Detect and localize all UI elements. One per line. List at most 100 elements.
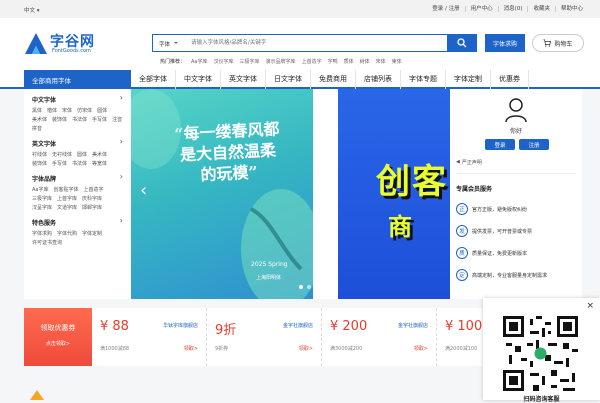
- menu-link[interactable]: 圆体: [77, 151, 87, 159]
- coupon-card[interactable]: ¥ 200 金宇社旗舰店 满3000减200 领取>: [322, 308, 437, 366]
- hot-item[interactable]: 上首造字: [302, 58, 322, 65]
- menu-link[interactable]: 装饰体: [32, 160, 47, 168]
- search-input[interactable]: [191, 36, 441, 50]
- menu-link[interactable]: 等宽体: [92, 160, 107, 168]
- language-selector[interactable]: 中文 ▾: [24, 6, 40, 14]
- service-text: 官方正版，避免版权纠纷: [472, 206, 528, 213]
- search-category-dropdown[interactable]: 字体: [159, 40, 179, 48]
- menu-link[interactable]: 美术体: [32, 116, 47, 124]
- menu-link[interactable]: 字体定制: [82, 230, 102, 238]
- menu-link[interactable]: 无衬线体: [52, 151, 72, 159]
- menu-link[interactable]: 文道字库: [57, 204, 77, 212]
- menu-link[interactable]: 字体求购: [32, 230, 52, 238]
- nav-free-commercial[interactable]: 免费商用: [311, 70, 356, 89]
- cart-button[interactable]: 购物车: [532, 34, 584, 52]
- service-text: 质量保证，免费更新版本: [472, 250, 528, 257]
- menu-link[interactable]: 书法体: [72, 160, 87, 168]
- hot-item[interactable]: 质体: [344, 58, 354, 65]
- coupon-condition: 满1000减88: [100, 346, 130, 352]
- service-text: 提供发票，可开普票或专票: [472, 228, 533, 235]
- banner-chuangke[interactable]: 创客 商: [338, 89, 450, 299]
- menu-link[interactable]: 衬线体: [32, 151, 47, 159]
- search-icon: [457, 38, 467, 48]
- carousel-prev-arrow[interactable]: ‹: [140, 180, 147, 201]
- site-logo[interactable]: 字谷网 FontGoods.com: [24, 31, 104, 59]
- menu-link[interactable]: 三极字库: [32, 195, 52, 203]
- nav-chinese-fonts[interactable]: 中文字体: [176, 70, 221, 89]
- nav-all-fonts[interactable]: 全部字体: [131, 70, 176, 89]
- menu-link[interactable]: 汉呈字库: [32, 204, 52, 212]
- menu-link[interactable]: 楷体: [47, 107, 57, 115]
- favorites-link[interactable]: 收藏夹: [528, 6, 556, 12]
- menu-link[interactable]: 仿宋体: [77, 107, 92, 115]
- nav-font-custom[interactable]: 字体定制: [446, 70, 491, 89]
- banner-spring-font[interactable]: “每一缕春风都是大自然温柔的玩模” 2025 Spring 上海阳明体: [131, 89, 313, 299]
- hot-item[interactable]: 字鸭: [328, 58, 338, 65]
- quality-icon: 质: [456, 247, 468, 259]
- close-icon[interactable]: ×: [586, 301, 594, 311]
- coupon-get-link[interactable]: 领取>: [184, 345, 198, 352]
- menu-link[interactable]: 邯郸字库: [82, 204, 102, 212]
- menu-link[interactable]: 书法体: [72, 116, 87, 124]
- coupon-lead[interactable]: 领取优惠券 点击领取>: [24, 308, 92, 366]
- menu-link[interactable]: 黑体: [32, 107, 42, 115]
- font-request-button[interactable]: 字体求购: [485, 34, 525, 52]
- header: 字谷网 FontGoods.com 字体 热门推荐： Aa字库 汉仪字库 三极字…: [0, 18, 600, 70]
- menu-link[interactable]: 创客贴字体: [54, 186, 79, 194]
- menu-link[interactable]: Aa字库: [32, 186, 49, 194]
- menu-link[interactable]: 手写体: [52, 160, 67, 168]
- menu-title[interactable]: 中文字体: [32, 93, 123, 104]
- statement-link[interactable]: ◀ 严正声明: [456, 159, 482, 166]
- nav-english-fonts[interactable]: 英文字体: [221, 70, 266, 89]
- service-item: 正 官方正版，避免版权纠纷: [456, 203, 527, 215]
- menu-link[interactable]: 拼音: [32, 125, 42, 133]
- menu-link[interactable]: 圆体: [97, 107, 107, 115]
- nav-japanese-fonts[interactable]: 日文字体: [266, 70, 311, 89]
- user-center-link[interactable]: 用户中心: [466, 6, 499, 12]
- login-register-link[interactable]: 登录 / 注册: [427, 6, 466, 12]
- coupon-get-link[interactable]: 领取>: [414, 345, 428, 352]
- login-button[interactable]: 登录: [485, 139, 515, 150]
- banner-font-name: 上海阳明体: [256, 275, 282, 281]
- coupon-card[interactable]: ¥ 88 华钛字库旗舰店 满1000减88 领取>: [92, 308, 207, 366]
- menu-group-english: 英文字体 衬线体 无衬线体 圆体 美术体 装饰体 手写体 书法体 等宽体: [32, 137, 123, 168]
- menu-title[interactable]: 字体品牌: [32, 172, 123, 183]
- hot-item[interactable]: 柬体: [392, 58, 402, 65]
- nav-coupons[interactable]: 优惠券: [491, 70, 529, 89]
- menu-link[interactable]: 美术体: [92, 151, 107, 159]
- hot-item[interactable]: 树体: [360, 58, 370, 65]
- help-center-link[interactable]: 帮助中心: [556, 6, 588, 12]
- menu-link[interactable]: 宋体: [62, 107, 72, 115]
- messages-link[interactable]: 消息(0): [499, 6, 529, 12]
- divider: [456, 173, 576, 174]
- service-item: 质 质量保证，免费更新版本: [456, 247, 527, 259]
- menu-link[interactable]: 许可证书查询: [32, 239, 62, 247]
- menu-link[interactable]: 上首造字: [84, 186, 104, 194]
- all-categories-button[interactable]: 全部商用字体: [24, 70, 131, 89]
- menu-title[interactable]: 英文字体: [32, 137, 123, 148]
- menu-link[interactable]: 手写体: [92, 116, 107, 124]
- greeting: 你好: [509, 128, 522, 135]
- menu-link[interactable]: 注音: [112, 116, 122, 124]
- nav-font-topics[interactable]: 字体专题: [401, 70, 446, 89]
- hot-item[interactable]: Aa字库: [191, 58, 208, 65]
- qr-caption: 扫码咨询客服: [523, 396, 560, 403]
- search-button[interactable]: [447, 34, 477, 52]
- register-button[interactable]: 注册: [519, 139, 549, 150]
- hot-item[interactable]: 宋体: [376, 58, 386, 65]
- menu-link[interactable]: 庆科字库: [82, 195, 102, 203]
- hot-item[interactable]: 汉仪字库: [214, 58, 234, 65]
- menu-title[interactable]: 特色服务: [32, 216, 123, 227]
- nav-shop-list[interactable]: 店铺列表: [356, 70, 401, 89]
- coupon-card[interactable]: 9折 金宇社旗舰店 9折券 领取>: [207, 308, 322, 366]
- hot-item[interactable]: 三极字库: [240, 58, 260, 65]
- menu-link[interactable]: 上首字库: [57, 195, 77, 203]
- menu-link[interactable]: 装饰体: [52, 116, 67, 124]
- statement-label: 严正声明: [461, 160, 482, 166]
- cart-label: 购物车: [554, 40, 573, 48]
- menu-link[interactable]: 字体代购: [57, 230, 77, 238]
- coupon-amount: ¥ 88: [100, 319, 129, 334]
- coupon-get-link[interactable]: 领取>: [299, 345, 313, 352]
- hot-item[interactable]: 演示品牌字库: [266, 58, 296, 65]
- member-service-title: 专属会员服务: [456, 186, 493, 193]
